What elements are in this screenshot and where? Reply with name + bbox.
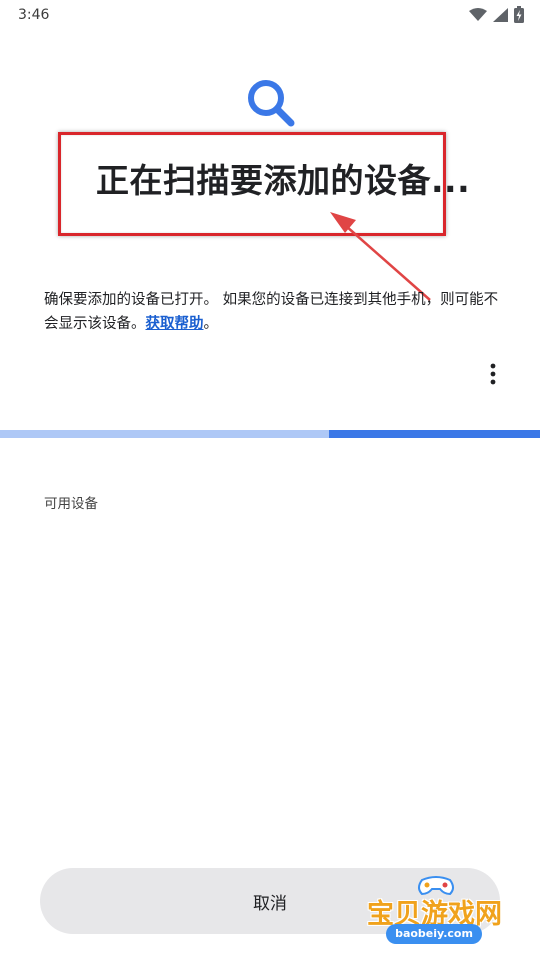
status-icons bbox=[469, 6, 524, 23]
available-devices-label: 可用设备 bbox=[44, 496, 98, 512]
battery-charging-icon bbox=[514, 6, 524, 23]
description-text: 确保要添加的设备已打开。 如果您的设备已连接到其他手机，则可能不会显示该设备。 bbox=[44, 292, 499, 332]
status-time: 3:46 bbox=[18, 7, 50, 23]
watermark: 宝贝游戏网 baobeiy.com bbox=[362, 874, 512, 954]
more-options-button[interactable] bbox=[478, 360, 508, 388]
description: 确保要添加的设备已打开。 如果您的设备已连接到其他手机，则可能不会显示该设备。获… bbox=[44, 288, 504, 336]
status-bar: 3:46 bbox=[0, 0, 540, 32]
signal-icon bbox=[493, 7, 508, 22]
watermark-url: baobeiy.com bbox=[386, 924, 482, 944]
scan-progress-bar bbox=[0, 430, 540, 438]
wifi-icon bbox=[469, 7, 487, 21]
page-title: 正在扫描要添加的设备... bbox=[96, 161, 471, 200]
get-help-link[interactable]: 获取帮助 bbox=[146, 316, 204, 332]
search-icon bbox=[244, 76, 298, 130]
more-vert-icon bbox=[490, 363, 496, 385]
scan-progress-fill bbox=[329, 430, 540, 438]
description-suffix: 。 bbox=[203, 316, 219, 332]
